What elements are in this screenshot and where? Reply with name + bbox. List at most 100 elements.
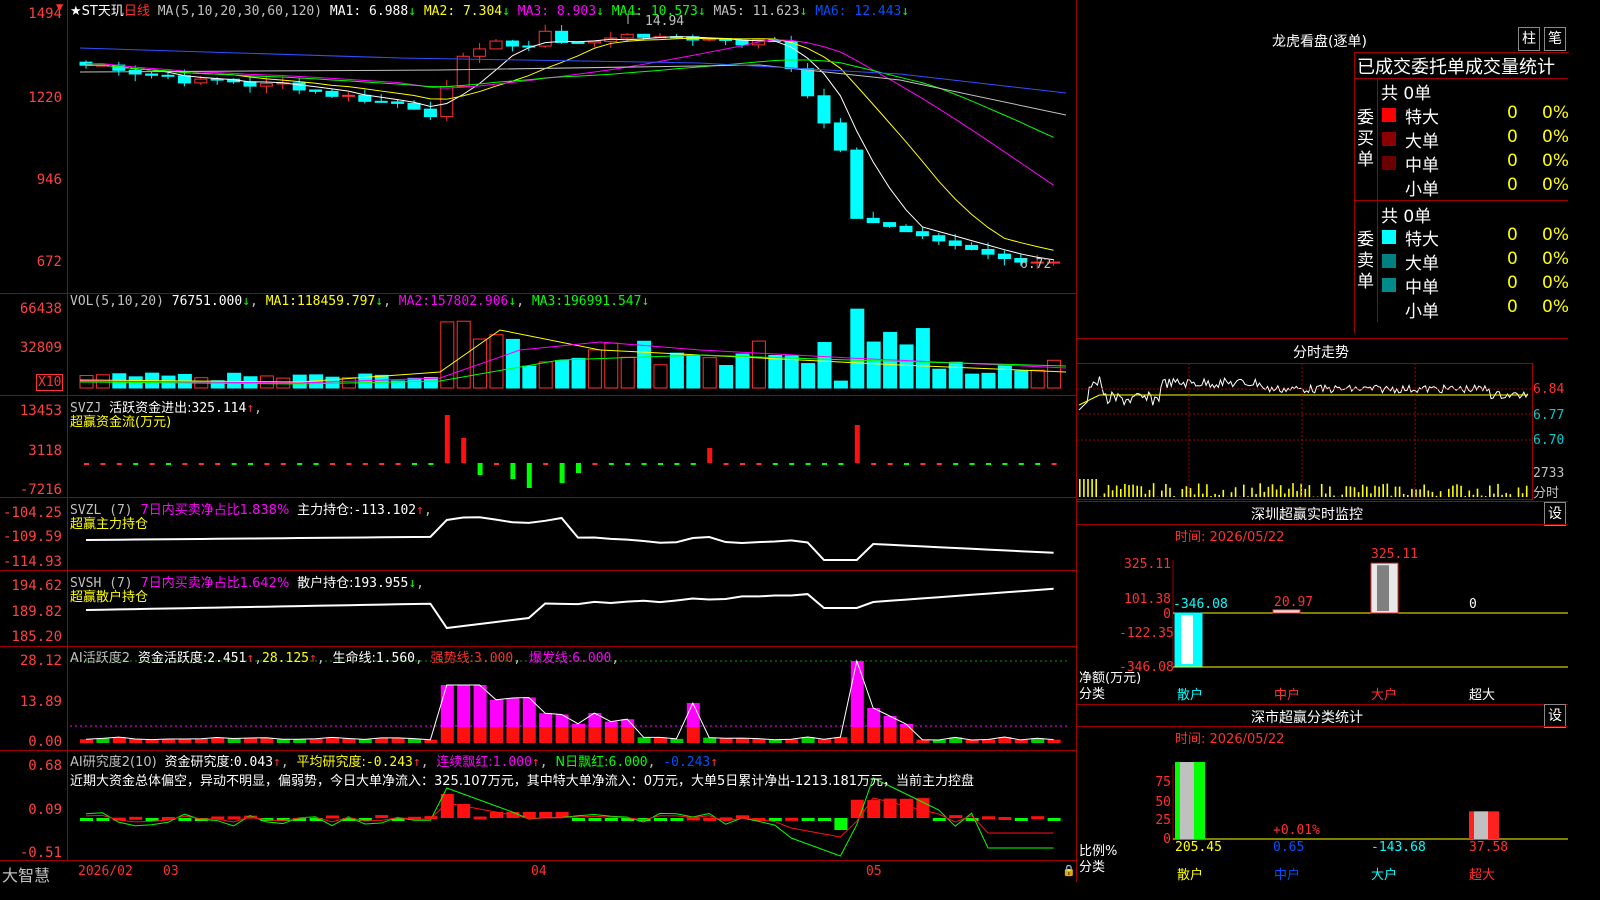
candle-body (473, 48, 487, 57)
sz-class-bar-shade (1474, 811, 1488, 839)
intraday-volume-bar (1398, 486, 1401, 497)
intraday-volume-bar (1448, 488, 1450, 497)
sz-monitor-bar (1272, 609, 1301, 614)
ai-active-bar (883, 727, 897, 743)
svzj-bar (854, 425, 860, 463)
volume-bar (817, 342, 832, 389)
intraday-volume-bar (1489, 485, 1491, 497)
ai-active-bar-top (506, 698, 520, 727)
svzj-bar (805, 463, 811, 465)
ai-research-bar (588, 818, 602, 821)
intraday-volume-bar (1341, 494, 1343, 497)
ai-active-bar (457, 727, 471, 743)
intraday-volume-bar (1128, 485, 1130, 497)
intraday-volume-bar (1460, 485, 1462, 497)
intraday-volume-bar (1275, 489, 1278, 497)
ai-research-bar (982, 816, 995, 820)
volume-bar (735, 353, 750, 389)
svzj-bar (838, 463, 844, 465)
ai-active-bar (1047, 739, 1061, 743)
intraday-volume-bar (1136, 485, 1138, 497)
candle-body (587, 40, 601, 44)
svzj-bar (116, 463, 122, 465)
ai-active-bar-top (440, 685, 454, 727)
vol-title: VOL(5,10,20) (70, 294, 164, 309)
intraday-volume-bar (1255, 494, 1257, 497)
ai-research-bar (949, 815, 963, 819)
ai-research-bar (1031, 816, 1045, 820)
candle-body (948, 240, 962, 246)
svzj-bar (215, 463, 221, 465)
svzj-bar (248, 463, 253, 465)
ai-research-bar (96, 818, 110, 821)
volume-bar (555, 359, 570, 389)
intraday-volume-bar (1525, 485, 1528, 497)
intraday-volume-bar (1452, 485, 1454, 497)
intraday-volume-bar (1259, 483, 1261, 497)
ma-prefix: MA(5,10,20,30,60,120) (157, 4, 323, 19)
high-price-mark: 14.94 (645, 14, 685, 29)
price-y-tick-4: 672 (36, 254, 62, 270)
ai-active-bar (850, 727, 864, 743)
candle-body (309, 89, 323, 92)
svzj-bar (543, 463, 549, 465)
intraday-volume-bar (1402, 493, 1405, 497)
panel-menu-arrow[interactable]: ▼ (56, 0, 63, 14)
candle-body (374, 100, 388, 103)
volume-bar (686, 355, 701, 389)
svzl-y-tick-3: -114.93 (2, 554, 62, 570)
right-sidebar: 龙虎看盘(逐单) 柱 笔 已成交委托单成交量统计 委买单 委卖单 共 0单 共 … (1077, 0, 1569, 883)
svzj-bar (379, 463, 385, 465)
candle-body (997, 253, 1011, 260)
intraday-volume-bar (1185, 486, 1188, 497)
svsh-y-tick-3: 185.20 (11, 629, 62, 645)
ai-active-bar (1014, 739, 1028, 743)
vol-ma1-value: 118459.797 (297, 294, 376, 309)
svsh-y-tick-2: 189.82 (11, 604, 62, 620)
volume-bar (653, 364, 668, 389)
volume-bar (440, 321, 455, 389)
ai-active-bar-top (850, 661, 864, 727)
svzj-value: 325.114 (191, 401, 247, 416)
intraday-volume-bar (1181, 488, 1184, 497)
intraday-volume-bar (1439, 491, 1442, 497)
lock-icon[interactable]: 🔒 (1062, 864, 1076, 877)
ai-research-bar (604, 818, 618, 821)
svzj-bar (1051, 463, 1057, 465)
svzj-bar (658, 463, 663, 465)
intraday-volume-bar (1206, 484, 1208, 497)
volume-bar (325, 376, 340, 389)
svzj-subtitle: 超赢资金流(万元) (70, 415, 172, 430)
vol-y-tick-1: 66438 (19, 301, 62, 317)
ai-active-bar-top (457, 685, 471, 727)
intraday-volume-bar (1386, 483, 1389, 497)
svzl-subtitle: 超赢主力持仓 (70, 517, 149, 532)
ai-research-bar (834, 818, 848, 830)
ai-active-bar (227, 738, 241, 743)
svzj-bar (264, 463, 270, 465)
ai-research-bar (932, 818, 946, 821)
svzj-y-tick-1: 13453 (19, 403, 62, 419)
candle-body (637, 33, 651, 38)
svzj-bar (690, 463, 696, 465)
ai-research-bar (900, 798, 913, 818)
ai-active-bar (572, 727, 585, 743)
main-chart-area[interactable]: ★ST天玑日线 MA(5,10,20,30,60,120) MA1: 6.988… (0, 0, 1077, 885)
ai-research-value: 0.043 (233, 755, 274, 770)
intraday-volume-bar (1079, 479, 1081, 497)
intraday-volume-bar (1115, 485, 1118, 497)
volume-bar (423, 376, 438, 389)
svzj-bar (313, 463, 319, 465)
ai-active-bar (818, 739, 831, 743)
ai-active-bar (194, 738, 208, 743)
ma1-label: MA1: (329, 4, 362, 19)
ai-research-bar (801, 818, 815, 821)
candle-body (407, 102, 421, 110)
candle-body (735, 39, 749, 46)
svzj-bar (494, 463, 499, 465)
svsh-subtitle: 超赢散户持仓 (70, 590, 149, 605)
volume-bar (833, 380, 848, 389)
candle-body (391, 101, 405, 104)
candle-body (932, 235, 946, 242)
ma5-arrow: ↓ (799, 4, 808, 19)
